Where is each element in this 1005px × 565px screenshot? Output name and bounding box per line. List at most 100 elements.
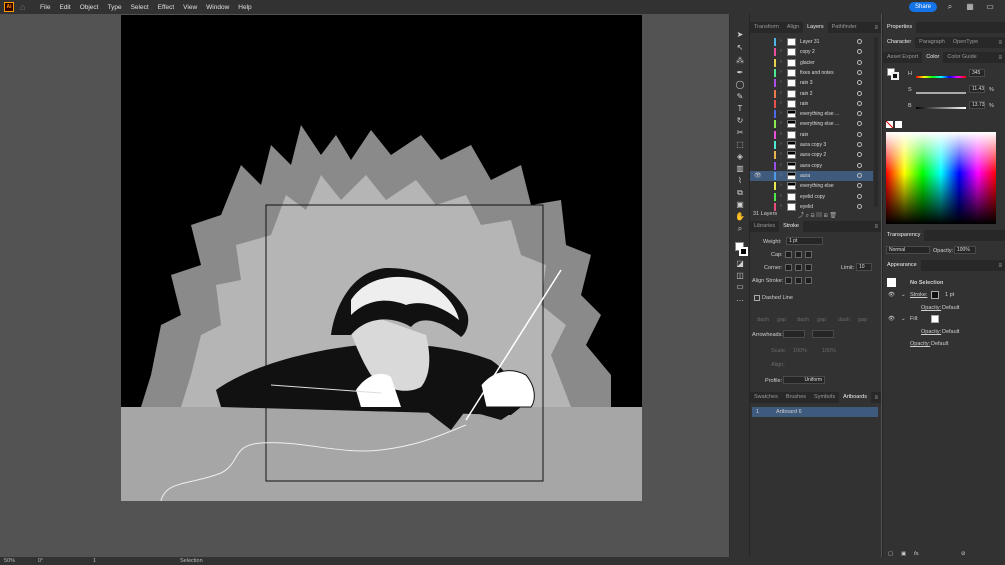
tab-libraries[interactable]: Libraries xyxy=(750,221,779,232)
expand-arrow-icon[interactable]: › xyxy=(780,100,782,106)
target-icon[interactable] xyxy=(857,193,862,199)
layer-name[interactable]: eyelid xyxy=(800,204,813,210)
scissors-tool-icon[interactable]: ✂ xyxy=(734,128,746,138)
rotate-tool-icon[interactable]: ↻ xyxy=(734,116,746,126)
target-icon[interactable] xyxy=(857,183,862,189)
expand-arrow-icon[interactable]: › xyxy=(780,151,782,157)
target-icon[interactable] xyxy=(857,203,862,209)
bevel-join-icon[interactable] xyxy=(805,264,812,271)
expand-arrow-icon[interactable]: › xyxy=(780,162,782,168)
tab-paragraph[interactable]: Paragraph xyxy=(915,37,949,48)
menu-type[interactable]: Type xyxy=(107,4,121,11)
layer-row[interactable]: › everything else ... xyxy=(750,119,873,129)
artboard-row[interactable]: 1 Artboard 6 xyxy=(752,407,878,417)
expand-arrow-icon[interactable]: › xyxy=(780,141,782,147)
pencil-tool-icon[interactable]: ✎ xyxy=(734,92,746,102)
appearance-stroke-label[interactable]: Stroke: xyxy=(910,292,927,298)
stroke-expand-icon[interactable]: ⌄ xyxy=(901,292,906,298)
white-swatch[interactable] xyxy=(895,121,902,128)
target-icon[interactable] xyxy=(857,152,862,158)
layer-row[interactable]: › aura copy 2 xyxy=(750,150,873,160)
layer-row[interactable]: › aura copy 3 xyxy=(750,140,873,150)
target-icon[interactable] xyxy=(857,162,862,168)
search-icon[interactable]: ⌕ xyxy=(945,2,955,12)
tab-character[interactable]: Character xyxy=(883,37,916,48)
start-scale[interactable]: 100% xyxy=(793,348,807,354)
target-icon[interactable] xyxy=(857,49,862,55)
ellipse-tool-icon[interactable]: ◯ xyxy=(734,80,746,90)
target-icon[interactable] xyxy=(857,121,862,127)
menu-object[interactable]: Object xyxy=(80,4,99,11)
round-join-icon[interactable] xyxy=(795,264,802,271)
blend-mode-select[interactable]: Normal xyxy=(886,246,930,254)
expand-arrow-icon[interactable]: › xyxy=(780,79,782,85)
layer-row[interactable]: › glacier xyxy=(750,58,873,68)
color-spectrum[interactable] xyxy=(886,132,996,224)
panel-menu-icon[interactable]: ≡ xyxy=(874,224,878,230)
fill-expand-icon[interactable]: ⌄ xyxy=(901,316,906,322)
artwork[interactable] xyxy=(121,15,642,501)
tab-asset-export[interactable]: Asset Export xyxy=(883,52,922,63)
expand-arrow-icon[interactable]: › xyxy=(780,59,782,65)
home-icon[interactable]: ⌂ xyxy=(20,2,30,12)
layer-row[interactable]: › copy 2 xyxy=(750,47,873,57)
menu-view[interactable]: View xyxy=(183,4,197,11)
hand-tool-icon[interactable]: ✋ xyxy=(734,212,746,222)
layer-row[interactable]: › everything else ... xyxy=(750,109,873,119)
projecting-cap-icon[interactable] xyxy=(805,251,812,258)
saturation-slider[interactable] xyxy=(916,92,966,94)
layer-name[interactable]: aura copy 3 xyxy=(800,142,826,148)
profile-select[interactable]: Uniform xyxy=(783,376,825,384)
panel-menu-icon[interactable]: ≡ xyxy=(874,395,878,401)
panel-menu-icon[interactable]: ≡ xyxy=(998,55,1002,61)
stroke-opacity-label[interactable]: Opacity: xyxy=(921,305,941,311)
menu-file[interactable]: File xyxy=(40,4,50,11)
expand-arrow-icon[interactable]: › xyxy=(780,182,782,188)
layer-row[interactable]: › fixes and notes xyxy=(750,68,873,78)
s-field[interactable]: 11.43 xyxy=(969,85,985,93)
expand-arrow-icon[interactable]: › xyxy=(780,131,782,137)
menu-help[interactable]: Help xyxy=(238,4,251,11)
target-icon[interactable] xyxy=(857,100,862,106)
layer-row[interactable]: › rain xyxy=(750,99,873,109)
hue-slider[interactable] xyxy=(916,76,966,78)
target-icon[interactable] xyxy=(857,131,862,137)
menu-window[interactable]: Window xyxy=(206,4,229,11)
layer-row[interactable]: › rain xyxy=(750,130,873,140)
layers-scrollbar[interactable] xyxy=(874,37,878,207)
layer-name[interactable]: everything else xyxy=(800,183,834,189)
current-tool-status[interactable]: Selection xyxy=(180,558,203,564)
appearance-fill-label[interactable]: Fill: xyxy=(910,316,919,322)
tab-opentype[interactable]: OpenType xyxy=(949,37,982,48)
opacity-field[interactable]: 100% xyxy=(954,246,976,254)
object-opacity-label[interactable]: Opacity: xyxy=(910,341,930,347)
properties-title[interactable]: Properties xyxy=(883,22,917,33)
zoom-level[interactable]: 50% xyxy=(4,558,15,564)
end-arrowhead-select[interactable] xyxy=(812,330,834,338)
tab-layers[interactable]: Layers xyxy=(803,22,828,33)
layer-row[interactable]: › rain 3 xyxy=(750,78,873,88)
layer-name[interactable]: Layer 31 xyxy=(800,39,819,45)
menu-select[interactable]: Select xyxy=(131,4,149,11)
layer-name[interactable]: copy 2 xyxy=(800,49,815,55)
layer-row[interactable]: › everything else xyxy=(750,181,873,191)
layer-name[interactable]: rain xyxy=(800,132,808,138)
tab-swatches[interactable]: Swatches xyxy=(750,392,782,403)
panel-menu-icon[interactable]: ≡ xyxy=(998,40,1002,46)
target-icon[interactable] xyxy=(857,172,862,178)
align-inside-icon[interactable] xyxy=(795,277,802,284)
artboard-navigator[interactable]: 1 xyxy=(93,558,96,564)
appearance-fill-swatch[interactable] xyxy=(931,315,939,323)
artboard-tool-icon[interactable]: ▣ xyxy=(734,200,746,210)
expand-arrow-icon[interactable]: › xyxy=(780,90,782,96)
expand-arrow-icon[interactable]: › xyxy=(780,120,782,126)
menu-edit[interactable]: Edit xyxy=(59,4,70,11)
expand-arrow-icon[interactable]: › xyxy=(780,193,782,199)
h-field[interactable]: 345 xyxy=(969,69,985,77)
expand-arrow-icon[interactable]: › xyxy=(780,172,782,178)
layer-name[interactable]: glacier xyxy=(800,60,815,66)
layer-name[interactable]: rain xyxy=(800,101,808,107)
fill-opacity-label[interactable]: Opacity: xyxy=(921,329,941,335)
b-field[interactable]: 13.73 xyxy=(969,101,985,109)
layer-name[interactable]: fixes and notes xyxy=(800,70,834,76)
